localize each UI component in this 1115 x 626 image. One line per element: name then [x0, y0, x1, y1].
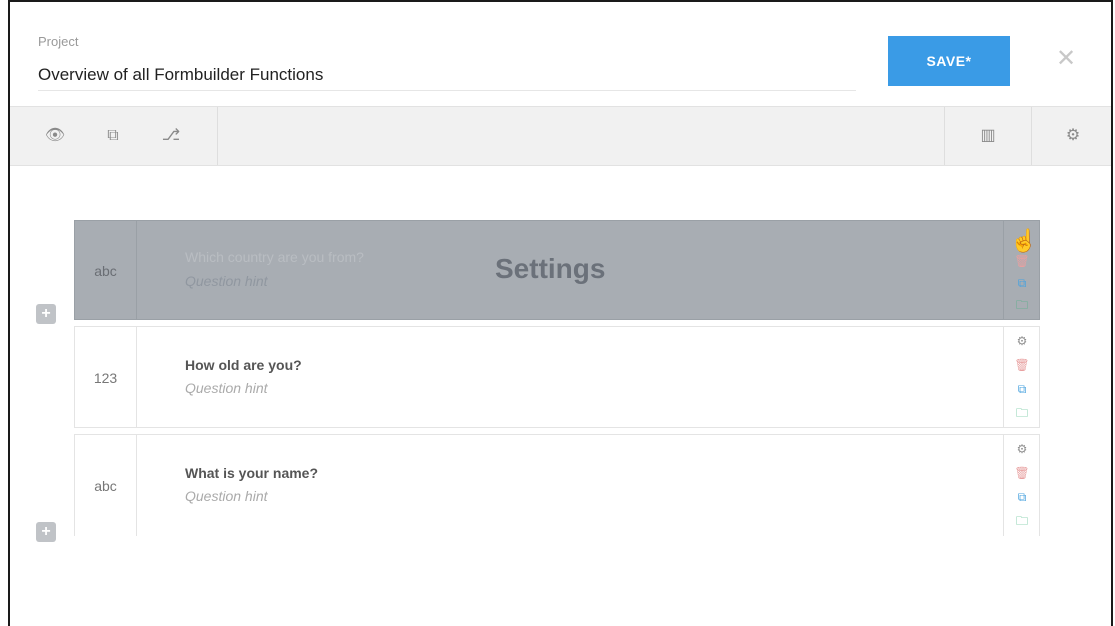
- settings-icon[interactable]: ⚙: [1014, 333, 1030, 349]
- question-type-label: abc: [75, 435, 137, 536]
- copy-icon[interactable]: ⧉: [1014, 489, 1030, 505]
- question-text: How old are you?: [185, 357, 302, 373]
- form-canvas: abc Which country are you from? Question…: [10, 166, 1111, 626]
- row-actions: ⚙ 🗑 ⧉ 🗀: [1003, 327, 1039, 427]
- row-actions: ⚙ 🗑 ⧉ 🗀: [1003, 435, 1039, 536]
- question-type-label: abc: [75, 221, 137, 319]
- delete-icon[interactable]: 🗑: [1014, 253, 1030, 269]
- question-row[interactable]: abc What is your name? Question hint ⚙ 🗑…: [74, 434, 1040, 536]
- settings-icon[interactable]: ⚙: [1014, 441, 1030, 457]
- question-text: Which country are you from?: [185, 249, 364, 265]
- duplicate-pages-icon[interactable]: ⧉: [102, 125, 124, 147]
- question-hint: Question hint: [185, 273, 268, 289]
- delete-icon[interactable]: 🗑: [1014, 465, 1030, 481]
- form-builder-window: Project Overview of all Formbuilder Func…: [8, 0, 1113, 626]
- add-question-button[interactable]: +: [36, 522, 56, 542]
- add-question-button[interactable]: +: [36, 304, 56, 324]
- settings-gear-icon[interactable]: ⚙: [1062, 125, 1084, 147]
- toolbar: 👁 ⧉ ⎇ ▥ ⚙: [10, 106, 1111, 166]
- save-button[interactable]: SAVE*: [888, 36, 1010, 86]
- layout-columns-icon[interactable]: ▥: [977, 125, 999, 147]
- toolbar-left-group: 👁 ⧉ ⎇: [10, 107, 218, 165]
- question-row[interactable]: abc Which country are you from? Question…: [74, 220, 1040, 320]
- close-icon[interactable]: ✕: [1055, 47, 1077, 71]
- move-folder-icon[interactable]: 🗀: [1014, 513, 1030, 529]
- project-title-input[interactable]: Overview of all Formbuilder Functions: [38, 64, 856, 91]
- question-row[interactable]: 123 How old are you? Question hint ⚙ 🗑 ⧉…: [74, 326, 1040, 428]
- preview-eye-icon[interactable]: 👁: [44, 125, 66, 147]
- question-hint: Question hint: [185, 488, 268, 504]
- move-folder-icon[interactable]: 🗀: [1014, 405, 1030, 421]
- question-hint: Question hint: [185, 380, 268, 396]
- question-text: What is your name?: [185, 465, 319, 481]
- move-folder-icon[interactable]: 🗀: [1014, 297, 1030, 313]
- header: Project Overview of all Formbuilder Func…: [10, 2, 1111, 106]
- delete-icon[interactable]: 🗑: [1014, 357, 1030, 373]
- drag-overlay-label: Settings: [495, 253, 606, 284]
- toolbar-layout-group: ▥: [944, 107, 1032, 165]
- hand-cursor-icon: ☝: [1010, 228, 1038, 253]
- copy-icon[interactable]: ⧉: [1014, 275, 1030, 291]
- copy-icon[interactable]: ⧉: [1014, 381, 1030, 397]
- project-label: Project: [38, 34, 79, 49]
- question-type-label: 123: [75, 327, 137, 427]
- logic-flow-icon[interactable]: ⎇: [160, 125, 182, 147]
